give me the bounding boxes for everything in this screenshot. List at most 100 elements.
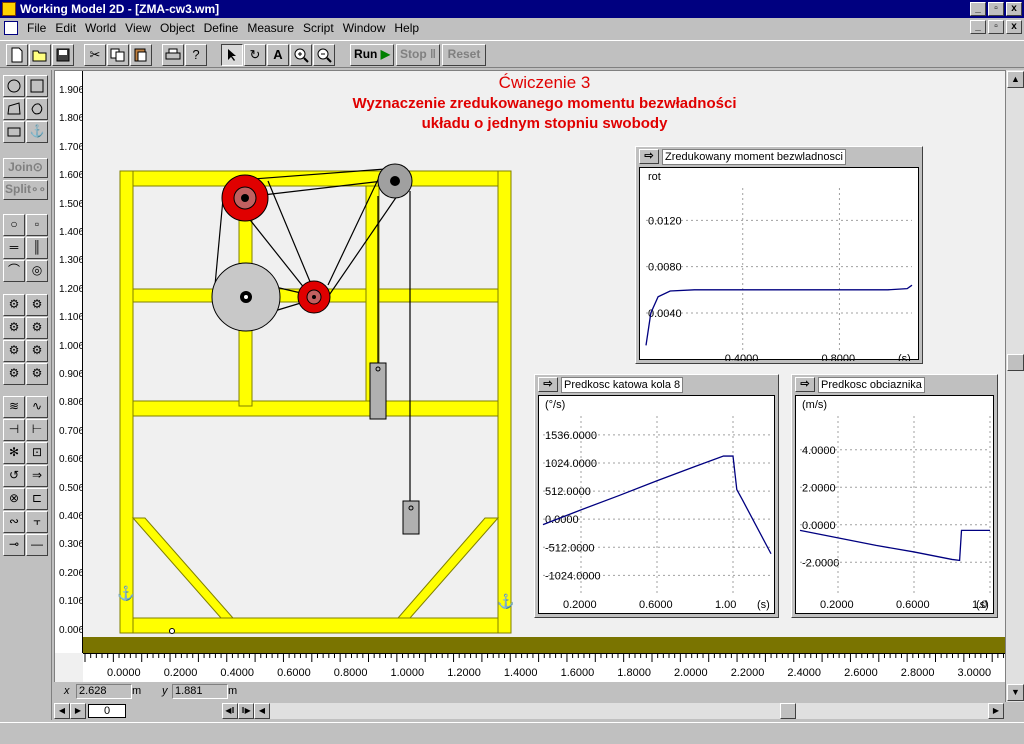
menu-view[interactable]: View bbox=[122, 20, 157, 36]
vertical-scrollbar[interactable]: ▲ ▼ bbox=[1005, 70, 1024, 702]
frame-counter[interactable]: 0 bbox=[88, 704, 126, 718]
horizontal-ruler-label: 1.2000 bbox=[447, 667, 481, 679]
horizontal-ruler-label: 0.8000 bbox=[333, 667, 368, 679]
rotational-damper-icon[interactable]: ⫟ bbox=[26, 511, 48, 533]
meter-arrow-icon[interactable]: ⇨ bbox=[538, 377, 558, 392]
arrow-pointer-icon[interactable] bbox=[221, 44, 243, 66]
tape-forward-icon[interactable]: ‖▶ bbox=[238, 703, 254, 719]
zoom-in-icon[interactable] bbox=[290, 44, 312, 66]
y-tick-label: 1536.0000 bbox=[545, 430, 597, 442]
stop-button[interactable]: Stop ‖ bbox=[396, 44, 440, 66]
copy-icon[interactable] bbox=[107, 44, 129, 66]
x-coord-field[interactable]: 2.628 bbox=[76, 684, 132, 699]
meter-plot: 4.0000 2.0000 0.0000 -2.0000 0.2000 0.6000 1.0… bbox=[795, 395, 994, 614]
reset-button[interactable]: Reset bbox=[442, 44, 486, 66]
meter-arrow-icon[interactable]: ⇨ bbox=[795, 377, 815, 392]
scroll-left-arrow-icon[interactable]: ◀ bbox=[254, 703, 270, 719]
split-button[interactable]: Split∘∘ bbox=[3, 180, 48, 200]
doc-close-button[interactable]: x bbox=[1006, 20, 1022, 34]
scroll-down-arrow-icon[interactable]: ▼ bbox=[1007, 684, 1024, 701]
menu-help[interactable]: Help bbox=[391, 20, 425, 36]
menu-object[interactable]: Object bbox=[157, 20, 201, 36]
document-icon[interactable] bbox=[4, 21, 18, 35]
simulation-canvas[interactable]: Ćwiczenie 3 Wyznaczenie zredukowanego mo… bbox=[83, 71, 1005, 637]
pin-joint-2-icon[interactable]: ⚙ bbox=[26, 294, 48, 316]
square-point-tool-icon[interactable]: ▫ bbox=[26, 214, 48, 236]
vertical-slot-icon[interactable]: ║ bbox=[26, 237, 48, 259]
menu-edit[interactable]: Edit bbox=[52, 20, 82, 36]
meter-load-velocity[interactable]: ⇨ Predkosc obciaznika 4.0000 2.0000 0.0000… bbox=[791, 374, 998, 618]
meter-angular-velocity[interactable]: ⇨ Predkosc katowa kola 8 1536.0000 1024.0… bbox=[534, 374, 779, 618]
anchor-tool-icon[interactable]: ⚓ bbox=[26, 121, 48, 143]
maximize-button[interactable]: ▫ bbox=[988, 2, 1004, 16]
menu-script[interactable]: Script bbox=[300, 20, 340, 36]
open-folder-icon[interactable] bbox=[29, 44, 51, 66]
horizontal-scroll-thumb[interactable] bbox=[780, 703, 796, 719]
pin-joint-icon[interactable]: ⚙ bbox=[3, 294, 25, 316]
close-button[interactable]: x bbox=[1006, 2, 1022, 16]
y-axis-label: (°/s) bbox=[545, 399, 565, 411]
slot-joint-2-icon[interactable]: ⚙ bbox=[26, 317, 48, 339]
help-pointer-icon[interactable]: ? bbox=[185, 44, 207, 66]
brace-left bbox=[131, 517, 235, 619]
vertical-scroll-thumb[interactable] bbox=[1007, 354, 1024, 371]
scroll-up-arrow-icon[interactable]: ▲ bbox=[1007, 71, 1024, 88]
run-button[interactable]: Run ▶ bbox=[350, 44, 394, 66]
run-label: Run bbox=[354, 47, 378, 61]
join-button[interactable]: Join⊙ bbox=[3, 158, 48, 178]
save-disk-icon[interactable] bbox=[52, 44, 74, 66]
motor-icon[interactable]: ⊗ bbox=[3, 488, 25, 510]
slot-joint-icon[interactable]: ⚙ bbox=[3, 317, 25, 339]
new-file-icon[interactable] bbox=[6, 44, 28, 66]
pulley-icon[interactable]: ⊡ bbox=[26, 442, 48, 464]
print-icon[interactable] bbox=[162, 44, 184, 66]
menu-window[interactable]: Window bbox=[340, 20, 392, 36]
app-icon[interactable] bbox=[2, 2, 16, 16]
doc-restore-button[interactable]: ▫ bbox=[988, 20, 1004, 34]
curved-body-tool-icon[interactable] bbox=[26, 98, 48, 120]
actuator-icon[interactable]: ⊏ bbox=[26, 488, 48, 510]
meter-reduced-moment[interactable]: ⇨ Zredukowany moment bezwladnosci 0.0120… bbox=[635, 146, 923, 364]
spring-icon[interactable]: ≋ bbox=[3, 396, 25, 418]
gear-icon[interactable]: ✻ bbox=[3, 442, 25, 464]
paste-clipboard-icon[interactable] bbox=[130, 44, 152, 66]
spring-damper-icon[interactable]: ∿ bbox=[26, 396, 48, 418]
rotate-icon[interactable]: ↻ bbox=[244, 44, 266, 66]
rectangle-tool-icon[interactable] bbox=[26, 75, 48, 97]
closed-slot-icon[interactable]: ◎ bbox=[26, 260, 48, 282]
text-tool-icon[interactable]: A bbox=[267, 44, 289, 66]
horizontal-slot-icon[interactable]: ═ bbox=[3, 237, 25, 259]
curved-slot-icon[interactable]: ⌒ bbox=[3, 260, 25, 282]
menu-world[interactable]: World bbox=[82, 20, 122, 36]
meter-arrow-icon[interactable]: ⇨ bbox=[639, 149, 659, 164]
menu-file[interactable]: File bbox=[24, 20, 52, 36]
horizontal-ruler-label: 2.8000 bbox=[900, 667, 935, 679]
keyed-joint-2-icon[interactable]: ⚙ bbox=[26, 340, 48, 362]
rigid-joint-2-icon[interactable]: ⚙ bbox=[26, 363, 48, 385]
rigid-joint-icon[interactable]: ⚙ bbox=[3, 363, 25, 385]
rotational-spring-icon[interactable]: ∾ bbox=[3, 511, 25, 533]
line-tool-icon[interactable]: — bbox=[26, 534, 48, 556]
y-coord-field[interactable]: 1.881 bbox=[172, 684, 228, 699]
menu-define[interactable]: Define bbox=[201, 20, 245, 36]
menu-measure[interactable]: Measure bbox=[244, 20, 300, 36]
scroll-right-arrow-icon[interactable]: ▶ bbox=[988, 703, 1004, 719]
rope-icon[interactable]: ⊢ bbox=[26, 419, 48, 441]
horizontal-scrollbar[interactable] bbox=[270, 703, 992, 719]
tape-start-icon[interactable]: ◀ bbox=[54, 703, 70, 719]
zoom-out-icon[interactable] bbox=[313, 44, 335, 66]
circle-tool-icon[interactable] bbox=[3, 75, 25, 97]
square-tool-icon[interactable] bbox=[3, 121, 25, 143]
doc-minimize-button[interactable]: _ bbox=[970, 20, 986, 34]
force-icon[interactable]: ⇒ bbox=[26, 465, 48, 487]
torque-icon[interactable]: ↺ bbox=[3, 465, 25, 487]
polygon-tool-icon[interactable] bbox=[3, 98, 25, 120]
cut-scissors-icon[interactable]: ✂ bbox=[84, 44, 106, 66]
separator-tool-icon[interactable]: ⊸ bbox=[3, 534, 25, 556]
damper-icon[interactable]: ⊣ bbox=[3, 419, 25, 441]
tape-rewind-icon[interactable]: ◀‖ bbox=[222, 703, 238, 719]
point-tool-icon[interactable]: ○ bbox=[3, 214, 25, 236]
keyed-joint-icon[interactable]: ⚙ bbox=[3, 340, 25, 362]
tape-step-icon[interactable]: ▶ bbox=[70, 703, 86, 719]
minimize-button[interactable]: _ bbox=[970, 2, 986, 16]
